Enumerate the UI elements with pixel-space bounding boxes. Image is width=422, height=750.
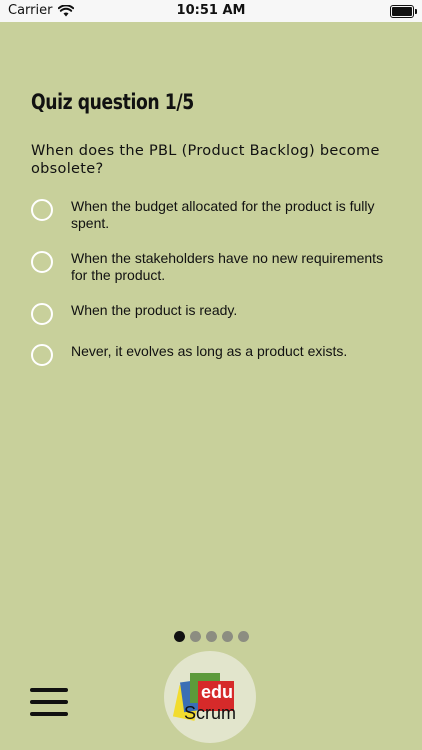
page-dot-3[interactable] — [205, 631, 217, 642]
radio-button[interactable] — [31, 199, 53, 221]
page-dot-5[interactable] — [237, 631, 249, 642]
answer-option-1[interactable]: When the budget allocated for the produc… — [31, 198, 401, 232]
radio-button[interactable] — [31, 251, 53, 273]
answer-option-label: When the stakeholders have no new requir… — [71, 250, 384, 283]
battery-icon — [390, 5, 417, 18]
logo-scrum-text: Scrum — [184, 703, 237, 723]
answer-option-4[interactable]: Never, it evolves as long as a product e… — [31, 343, 401, 366]
battery-fill — [392, 7, 412, 16]
answer-option-2[interactable]: When the stakeholders have no new requir… — [31, 250, 401, 284]
menu-bar — [30, 700, 68, 704]
status-right — [390, 5, 417, 18]
menu-button[interactable] — [30, 688, 68, 720]
eduscrum-logo-button[interactable]: edu Scrum — [164, 651, 256, 743]
answer-option-3[interactable]: When the product is ready. — [31, 302, 401, 325]
logo-edu-text: edu — [201, 682, 234, 702]
menu-bar — [30, 712, 68, 716]
page-dot-1[interactable] — [173, 631, 185, 642]
status-time: 10:51 AM — [176, 3, 246, 18]
answer-option-label: When the product is ready. — [71, 302, 238, 318]
page-indicator[interactable] — [0, 631, 422, 642]
page-dot-4[interactable] — [221, 631, 233, 642]
radio-button[interactable] — [31, 344, 53, 366]
radio-button[interactable] — [31, 303, 53, 325]
answer-option-label: When the budget allocated for the produc… — [71, 198, 375, 231]
page-dot-2[interactable] — [189, 631, 201, 642]
menu-bar — [30, 688, 68, 692]
quiz-title: Quiz question 1/5 — [31, 90, 194, 114]
question-text: When does the PBL (Product Backlog) beco… — [31, 143, 380, 177]
answer-option-label: Never, it evolves as long as a product e… — [71, 343, 348, 359]
answer-options: When the budget allocated for the produc… — [31, 198, 401, 384]
status-bar: Carrier 10:51 AM — [0, 0, 422, 22]
